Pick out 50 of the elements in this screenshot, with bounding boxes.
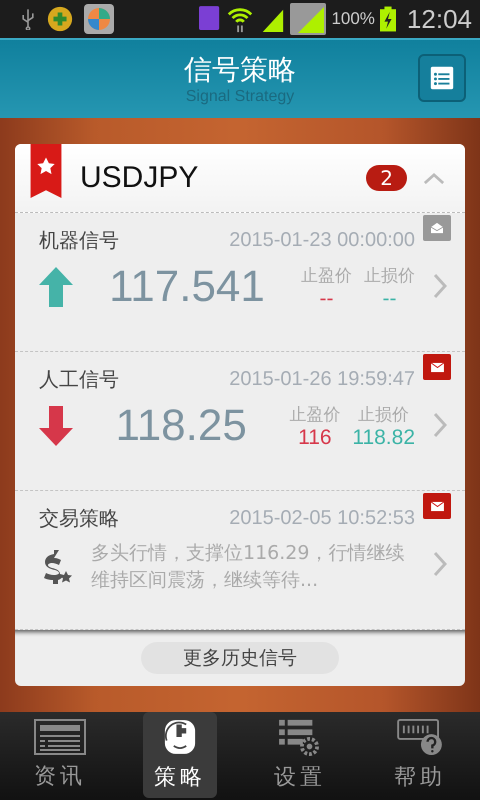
face-puzzle-icon bbox=[164, 718, 196, 756]
stop-loss-value: -- bbox=[382, 286, 396, 310]
battery-percent: 100% bbox=[331, 9, 375, 29]
usb-icon bbox=[20, 8, 36, 30]
signal-type: 交易策略 bbox=[39, 505, 119, 532]
take-profit-value: 116 bbox=[298, 426, 332, 450]
chevron-icon bbox=[423, 172, 445, 184]
nav-tab[interactable]: 帮助 bbox=[383, 712, 457, 798]
nav-tab[interactable]: 策略 bbox=[143, 712, 217, 798]
bookmark-star-icon bbox=[30, 144, 62, 198]
app-icon bbox=[199, 6, 222, 32]
battery-charging-icon bbox=[380, 6, 396, 32]
take-profit-label: 止盈价 bbox=[289, 404, 340, 426]
envelope-icon bbox=[430, 500, 444, 512]
signal-row[interactable]: 机器信号 2015-01-23 00:00:00 117.541 止盈价 -- 止损价 -- bbox=[15, 213, 465, 352]
chevron-right-icon bbox=[433, 273, 447, 299]
nav-tab[interactable]: 资讯 bbox=[23, 712, 97, 798]
list-settings-icon bbox=[278, 718, 322, 756]
take-profit-label: 止盈价 bbox=[301, 264, 352, 286]
chevron-right-icon bbox=[433, 551, 447, 577]
signal-price: 117.541 bbox=[108, 262, 266, 312]
keyboard-help-icon bbox=[397, 718, 443, 756]
newspaper-icon bbox=[34, 719, 86, 755]
stop-loss-label: 止损价 bbox=[364, 264, 415, 286]
signal-icon bbox=[290, 3, 326, 35]
stop-loss-value: 118.82 bbox=[352, 426, 415, 450]
clock: 12:04 bbox=[406, 4, 472, 34]
app-icon bbox=[84, 4, 114, 34]
strategy-text: 多头行情，支撑位116.29，行情继续维持区间震荡，继续等待... bbox=[91, 541, 406, 593]
stop-loss-label: 止损价 bbox=[358, 404, 410, 426]
list-button[interactable] bbox=[418, 54, 466, 102]
page-title: 信号策略 bbox=[184, 52, 296, 88]
signal-row[interactable]: 交易策略 2015-02-05 10:52:53 多头行情，支撑位116.29，行情继续维持区间震荡，继续等待... bbox=[15, 491, 465, 630]
currency-pair: USDJPY bbox=[80, 161, 200, 195]
signal-time: 2015-01-26 19:59:47 bbox=[229, 368, 415, 391]
signal-price: 118.25 bbox=[114, 401, 248, 451]
signal-time: 2015-02-05 10:52:53 bbox=[229, 507, 415, 530]
open-envelope-icon bbox=[430, 222, 444, 234]
count-badge: 2 bbox=[366, 165, 407, 191]
plus-icon bbox=[46, 5, 74, 33]
nav-tab[interactable]: 设置 bbox=[263, 712, 337, 798]
envelope-icon bbox=[430, 362, 444, 372]
signal-type: 人工信号 bbox=[39, 366, 119, 393]
signal-time: 2015-01-23 00:00:00 bbox=[229, 229, 415, 252]
list-icon bbox=[428, 64, 456, 92]
take-profit-value: -- bbox=[320, 286, 334, 310]
signal-type: 机器信号 bbox=[39, 227, 119, 254]
signal-row[interactable]: 人工信号 2015-01-26 19:59:47 118.25 止盈价 116 止损价 118.82 bbox=[15, 352, 465, 491]
more-history-button[interactable]: 更多历史信号 bbox=[141, 642, 339, 674]
chevron-right-icon bbox=[433, 412, 447, 438]
